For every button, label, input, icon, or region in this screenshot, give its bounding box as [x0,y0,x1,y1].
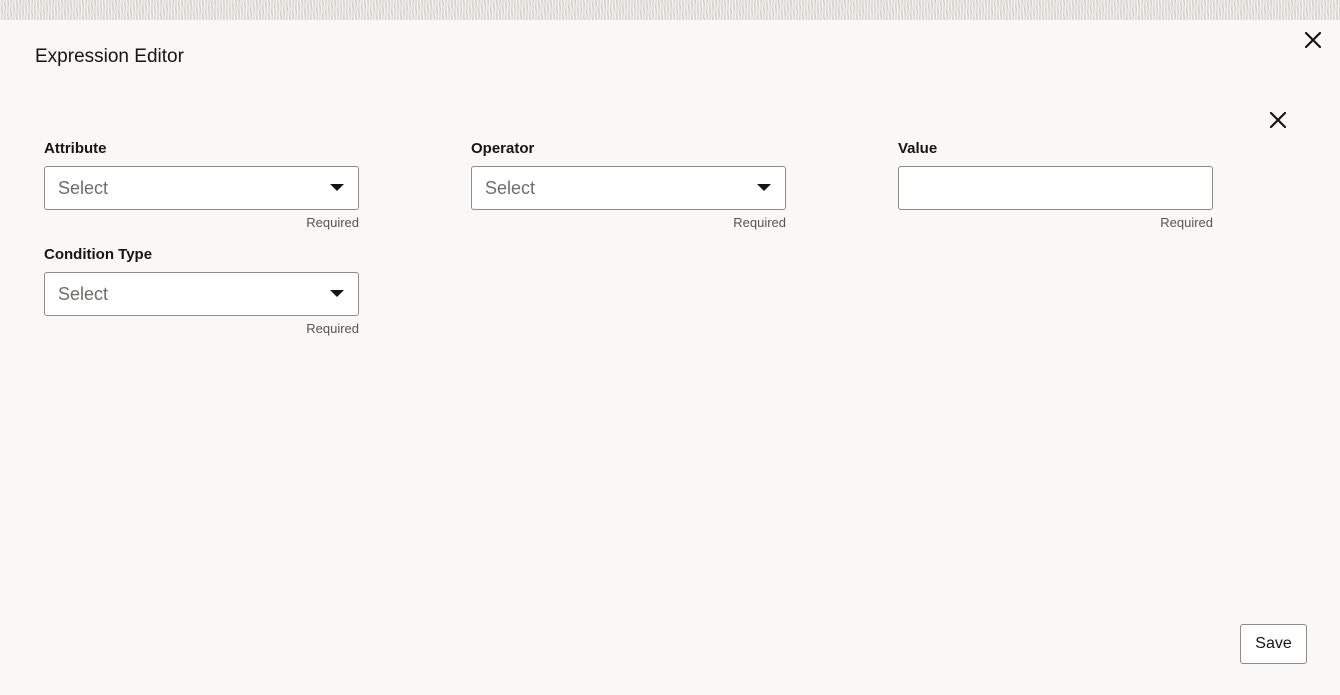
page-backdrop [0,0,1340,20]
condition-type-select-value: Select [58,283,109,304]
expression-editor-dialog: Expression Editor Attribute Select Requi… [0,20,1340,695]
close-icon [1269,111,1287,129]
value-input[interactable] [899,167,1212,209]
operator-required-text: Required [733,215,786,230]
dialog-close-button[interactable] [1300,27,1326,53]
operator-label: Operator [471,140,535,157]
condition-type-required-text: Required [306,321,359,336]
chevron-down-icon [757,184,771,191]
close-icon [1304,31,1322,49]
value-field: Value Required [898,139,1213,230]
value-required-text: Required [1160,215,1213,230]
value-label: Value [898,140,938,157]
value-input-wrapper [898,166,1213,210]
operator-select[interactable]: Select [471,166,786,210]
chevron-down-icon [330,184,344,191]
save-button[interactable]: Save [1240,624,1307,664]
remove-condition-button[interactable] [1265,107,1291,133]
chevron-down-icon [330,290,344,297]
attribute-required-text: Required [306,215,359,230]
dialog-title: Expression Editor [35,46,184,67]
operator-field: Operator Select Required [471,139,786,230]
attribute-label: Attribute [44,140,107,157]
condition-type-field: Condition Type Select Required [44,245,359,336]
condition-type-select[interactable]: Select [44,272,359,316]
operator-select-value: Select [485,177,536,198]
attribute-field: Attribute Select Required [44,139,359,230]
attribute-select[interactable]: Select [44,166,359,210]
attribute-select-value: Select [58,177,109,198]
condition-type-label: Condition Type [44,246,153,263]
